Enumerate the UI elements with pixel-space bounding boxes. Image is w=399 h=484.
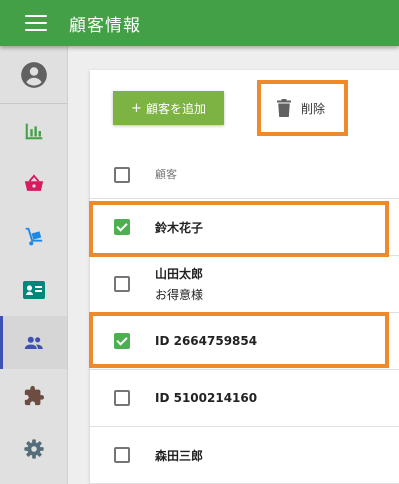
account-circle-icon <box>20 61 47 88</box>
customer-name: 山田太郎 <box>155 267 204 281</box>
app-bar: 顧客情報 <box>0 0 399 46</box>
sidebar-item-settings[interactable] <box>0 422 67 475</box>
shopping-basket-icon <box>24 173 43 191</box>
table-header: 顧客 <box>90 149 399 199</box>
page-title: 顧客情報 <box>69 15 141 36</box>
id-card-icon <box>22 280 45 299</box>
hand-truck-icon <box>25 227 42 245</box>
main-content: + 顧客を追加 削除 顧客 鈴木花子 山田太郎 お得意様 ID 26647598… <box>68 46 399 484</box>
column-header-customer: 顧客 <box>155 167 177 181</box>
people-icon <box>24 336 43 349</box>
table-row[interactable]: 山田太郎 お得意様 <box>90 256 399 313</box>
table-row[interactable]: 森田三郎 <box>90 427 399 484</box>
customer-name: 鈴木花子 <box>155 220 204 235</box>
customer-list-card: + 顧客を追加 削除 顧客 鈴木花子 山田太郎 お得意様 ID 26647598… <box>90 70 399 484</box>
sidebar-item-orders[interactable] <box>0 157 67 210</box>
customer-name: 森田三郎 <box>155 448 204 463</box>
customer-tag: お得意様 <box>155 288 204 302</box>
sidebar <box>0 46 68 484</box>
sidebar-item-info[interactable] <box>0 263 67 316</box>
sidebar-item-account[interactable] <box>0 46 67 104</box>
bar-chart-icon <box>25 123 42 139</box>
row-checkbox[interactable] <box>114 447 130 463</box>
delete-label: 削除 <box>301 101 326 116</box>
row-checkbox[interactable] <box>114 333 130 349</box>
puzzle-icon <box>24 385 44 405</box>
select-all-checkbox[interactable] <box>114 167 130 183</box>
table-row[interactable]: 鈴木花子 <box>90 199 399 256</box>
add-icon: + <box>131 100 142 116</box>
row-checkbox[interactable] <box>114 390 130 406</box>
trash-icon <box>277 99 291 117</box>
menu-icon[interactable] <box>25 15 47 31</box>
table-row[interactable]: ID 5100214160 <box>90 370 399 427</box>
row-checkbox[interactable] <box>114 276 130 292</box>
sidebar-item-extensions[interactable] <box>0 369 67 422</box>
sidebar-item-customers[interactable] <box>0 316 67 369</box>
row-checkbox[interactable] <box>114 219 130 235</box>
customer-name: ID 2664759854 <box>155 334 258 348</box>
sidebar-item-products[interactable] <box>0 210 67 263</box>
table-row[interactable]: ID 2664759854 <box>90 313 399 370</box>
gear-icon <box>23 438 44 459</box>
delete-button[interactable]: 削除 <box>257 80 348 136</box>
customer-info: 山田太郎 お得意様 <box>155 265 203 303</box>
add-customer-label: 顧客を追加 <box>145 101 206 116</box>
customer-name: ID 5100214160 <box>155 391 258 405</box>
sidebar-item-dashboard[interactable] <box>0 104 67 157</box>
add-customer-button[interactable]: + 顧客を追加 <box>113 91 224 125</box>
